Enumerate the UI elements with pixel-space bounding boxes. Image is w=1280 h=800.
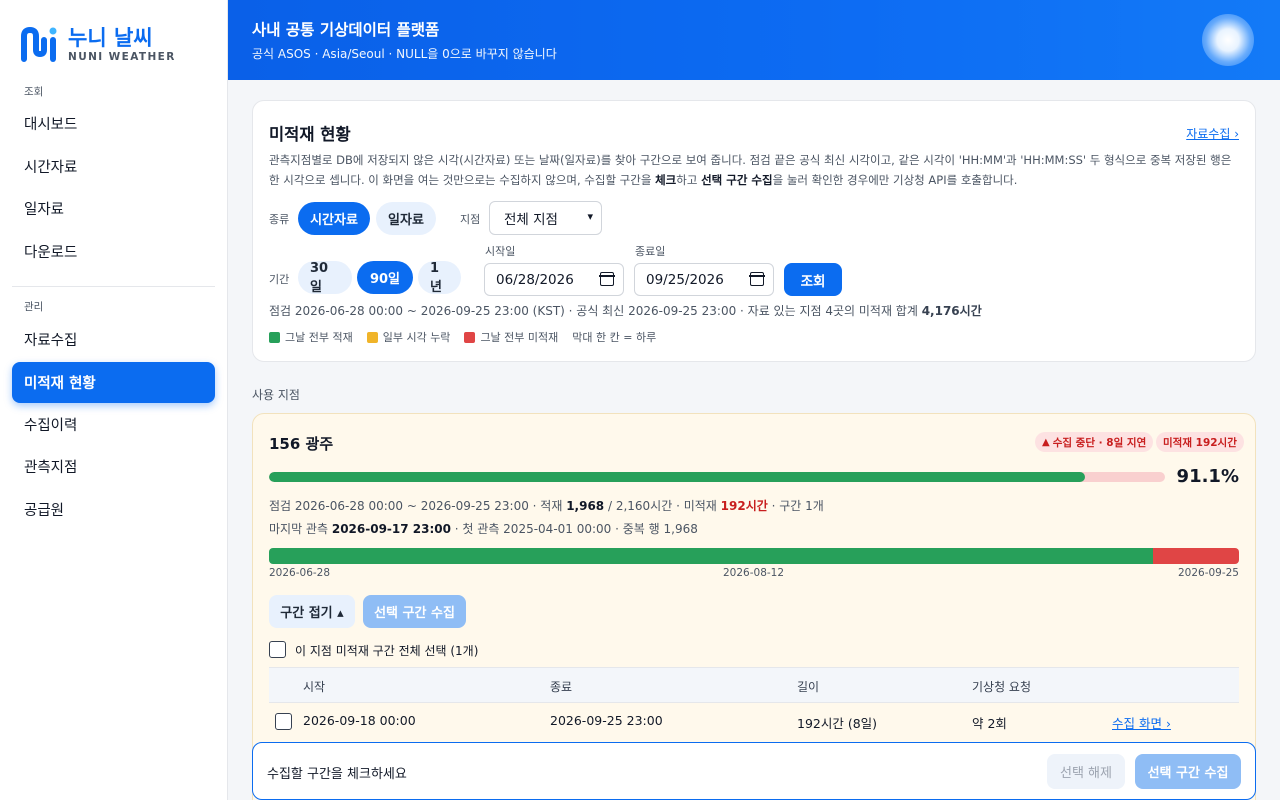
station-collect-button[interactable]: 선택 구간 수집 xyxy=(363,595,466,628)
select-all-label: 이 지점 미적재 구간 전체 선택 (1개) xyxy=(295,644,479,658)
clear-selection-button[interactable]: 선택 해제 xyxy=(1047,754,1125,789)
query-button[interactable]: 조회 xyxy=(784,263,842,296)
brand-mark-icon xyxy=(21,26,57,62)
load-percent: 91.1% xyxy=(1176,466,1239,487)
row-start: 2026-09-18 00:00 xyxy=(303,713,416,728)
load-progress-bar xyxy=(269,472,1165,482)
row-length: 192시간 (8일) xyxy=(797,716,878,731)
sidebar-item-collect[interactable]: 자료수집 xyxy=(12,319,215,360)
sidebar-item-dashboard[interactable]: 대시보드 xyxy=(12,103,215,144)
brand-subtitle: NUNI WEATHER xyxy=(68,51,176,63)
page-title: 미적재 현황 xyxy=(269,125,351,144)
load-progress-fill xyxy=(269,472,1086,482)
sidebar-item-history[interactable]: 수집이력 xyxy=(12,404,215,445)
legend-note: 막대 한 칸 = 하루 xyxy=(572,331,657,344)
timeline-tick-start: 2026-06-28 xyxy=(269,567,331,579)
station-label: 지점 xyxy=(460,213,481,226)
period-label: 기간 xyxy=(269,273,290,286)
sidebar-item-download[interactable]: 다운로드 xyxy=(12,231,215,272)
legend-item-none: 그날 전부 미적재 xyxy=(464,329,558,345)
nav-section-admin: 관리 xyxy=(24,301,44,313)
sidebar-item-daily[interactable]: 일자료 xyxy=(12,188,215,229)
kind-hourly-button[interactable]: 시간자료 xyxy=(298,202,370,235)
sidebar-item-providers[interactable]: 공급원 xyxy=(12,489,215,530)
period-90d-button[interactable]: 90일 xyxy=(357,261,413,294)
sidebar: 누니 날씨 NUNI WEATHER 조회 대시보드 시간자료 일자료 다운로드… xyxy=(0,0,228,800)
fold-ranges-button[interactable]: 구간 접기 ▴ xyxy=(269,595,355,628)
select-all-checkbox[interactable] xyxy=(269,641,286,658)
range-summary: 점검 2026-06-28 00:00 ~ 2026-09-25 23:00 (… xyxy=(269,304,982,318)
col-requests: 기상청 요청 xyxy=(972,680,1032,694)
header-title: 사내 공통 기상데이터 플랫폼 xyxy=(252,21,440,39)
collect-link[interactable]: 자료수집 › xyxy=(1186,125,1239,142)
sidebar-item-hourly[interactable]: 시간자료 xyxy=(12,146,215,187)
start-date-input[interactable]: 06/28/2026 xyxy=(484,263,624,296)
row-collect-link[interactable]: 수집 화면 › xyxy=(1112,713,1171,732)
station-select[interactable]: 전체 지점 ▾ xyxy=(489,201,602,235)
period-1y-button[interactable]: 1년 xyxy=(418,261,461,295)
legend-item-full: 그날 전부 적재 xyxy=(269,329,353,345)
timeline-missing-segment xyxy=(1152,548,1239,564)
legend: 그날 전부 적재 일부 시각 누락 그날 전부 미적재 막대 한 칸 = 하루 xyxy=(269,329,670,345)
missing-badge: 미적재 192시간 xyxy=(1156,432,1244,452)
start-date-label: 시작일 xyxy=(485,245,516,258)
sun-icon xyxy=(1202,14,1254,66)
calendar-icon[interactable] xyxy=(599,272,615,286)
col-length: 길이 xyxy=(797,680,820,694)
timeline-tick-mid: 2026-08-12 xyxy=(723,567,785,579)
kind-label: 종류 xyxy=(269,213,290,226)
station-load-summary: 점검 2026-06-28 00:00 ~ 2026-09-25 23:00 ·… xyxy=(269,499,824,513)
period-30d-button[interactable]: 30일 xyxy=(298,261,352,295)
warning-icon: ▲ xyxy=(1042,436,1050,448)
brand-logo[interactable]: 누니 날씨 NUNI WEATHER xyxy=(20,22,220,66)
station-title: 156 광주 xyxy=(269,435,334,453)
page-header: 사내 공통 기상데이터 플랫폼 공식 ASOS · Asia/Seoul · N… xyxy=(228,0,1280,80)
header-subtitle: 공식 ASOS · Asia/Seoul · NULL을 0으로 바꾸지 않습니… xyxy=(252,47,557,61)
station-observation-summary: 마지막 관측 2026-09-17 23:00 · 첫 관측 2025-04-0… xyxy=(269,522,698,536)
col-end: 종료 xyxy=(550,680,573,694)
calendar-icon[interactable] xyxy=(749,272,765,286)
daily-timeline xyxy=(269,548,1239,564)
col-start: 시작 xyxy=(303,680,326,694)
sidebar-item-missing-status[interactable]: 미적재 현황 xyxy=(12,362,215,403)
timeline-loaded-segment xyxy=(269,548,1153,564)
row-requests: 약 2회 xyxy=(972,716,1007,731)
status-badge: ▲ 수집 중단 · 8일 지연 xyxy=(1035,432,1154,452)
legend-item-partial: 일부 시각 누락 xyxy=(366,329,450,345)
selection-hint: 수집할 구간을 체크하세요 xyxy=(267,767,407,782)
end-date-input[interactable]: 09/25/2026 xyxy=(634,263,774,296)
kind-daily-button[interactable]: 일자료 xyxy=(376,202,436,235)
nav-section-view: 조회 xyxy=(24,86,44,98)
nav-divider xyxy=(12,286,215,287)
missing-status-card: 미적재 현황 자료수집 › 관측지점별로 DB에 저장되지 않은 시각(시간자료… xyxy=(252,100,1256,362)
status-description: 관측지점별로 DB에 저장되지 않은 시각(시간자료) 또는 날짜(일자료)를 … xyxy=(269,153,1232,187)
sidebar-item-stations[interactable]: 관측지점 xyxy=(12,446,215,487)
stations-section-label: 사용 지점 xyxy=(252,388,300,402)
row-end: 2026-09-25 23:00 xyxy=(550,713,663,728)
chevron-down-icon: ▾ xyxy=(587,210,593,223)
ranges-table-header: 시작 종료 길이 기상청 요청 xyxy=(269,667,1239,703)
collect-selected-button[interactable]: 선택 구간 수집 xyxy=(1135,754,1241,789)
row-checkbox[interactable] xyxy=(275,713,292,730)
selection-action-bar: 수집할 구간을 체크하세요 선택 해제 선택 구간 수집 xyxy=(252,742,1256,800)
end-date-label: 종료일 xyxy=(635,245,666,258)
timeline-tick-end: 2026-09-25 xyxy=(1177,567,1239,579)
brand-title: 누니 날씨 xyxy=(68,26,153,50)
